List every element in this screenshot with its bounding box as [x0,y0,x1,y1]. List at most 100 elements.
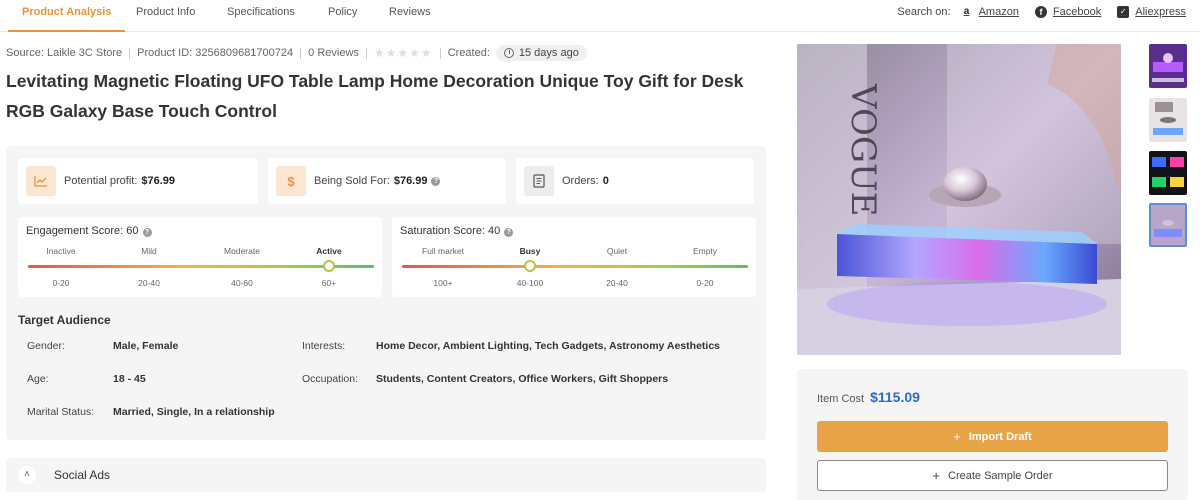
saturation-range-label: 20-40 [606,278,628,288]
amazon-label: Amazon [978,6,1019,18]
occupation-label: Occupation: [302,373,359,385]
engagement-range-label: 60+ [321,278,337,288]
sold-label: Being Sold For: [314,175,390,187]
saturation-level-label: Quiet [606,246,628,256]
tab-specifications[interactable]: Specifications [227,0,295,32]
occupation-value: Students, Content Creators, Office Worke… [376,373,669,385]
source-store[interactable]: Source: Laikle 3C Store [6,47,122,59]
search-on: Search on: a Amazon f Facebook ✓ Aliexpr… [897,0,1200,24]
help-icon[interactable]: ? [142,228,152,237]
tab-product-info[interactable]: Product Info [136,0,195,32]
product-title: Levitating Magnetic Floating UFO Table L… [6,71,744,121]
facebook-label: Facebook [1052,6,1102,18]
import-draft-label: Import Draft [968,430,1032,443]
analysis-panel: Potential profit: $76.99 $ Being Sold Fo… [6,146,766,440]
tab-reviews[interactable]: Reviews [389,0,431,32]
product-meta: Source: Laikle 3C Store Product ID: 3256… [6,44,587,62]
engagement-level-label: Active [316,246,342,256]
engagement-level-label: Inactive [46,246,76,256]
facebook-icon: f [1034,6,1047,18]
plus-icon: + [953,429,961,444]
import-draft-button[interactable]: + Import Draft [817,421,1168,452]
product-main-image[interactable]: VOGUE [797,44,1121,355]
interests-label: Interests: [302,340,346,352]
saturation-level-label: Empty [692,246,718,256]
saturation-levels: Full market Busy Quiet Empty [392,246,756,258]
saturation-range-label: 100+ [433,278,453,288]
target-audience-title: Target Audience [18,313,111,327]
age-value: 18 - 45 [113,373,146,385]
receipt-icon [524,166,554,196]
saturation-range-label: 40-100 [516,278,544,288]
engagement-range-label: 0-20 [52,278,70,288]
age-label: Age: [27,373,49,385]
saturation-title: Saturation Score: 40? [400,225,514,237]
orders-value: 0 [602,175,609,187]
mail-icon: ✓ [1117,6,1130,18]
engagement-score-card: Engagement Score: 60? Inactive Mild Mode… [18,217,382,297]
profit-label: Potential profit: [64,175,138,187]
search-on-label: Search on: [897,6,951,18]
engagement-level-label: Moderate [224,246,260,256]
facebook-link[interactable]: f Facebook [1034,6,1102,18]
tab-policy[interactable]: Policy [328,0,357,32]
clock-icon [503,48,514,58]
gender-label: Gender: [27,340,65,352]
aliexpress-link[interactable]: ✓ Aliexpress [1117,6,1186,18]
divider [129,47,131,59]
create-sample-order-label: Create Sample Order [948,469,1053,482]
saturation-level-label: Full market [421,246,465,256]
engagement-title: Engagement Score: 60? [26,225,152,237]
divider [365,47,367,59]
product-thumbnail-1[interactable] [1149,44,1187,88]
svg-text:VOGUE: VOGUE [843,83,883,216]
sold-for-card: $ Being Sold For: $76.99 ? [268,158,506,204]
saturation-level-label: Busy [519,246,541,256]
sold-value: $76.99 [393,175,428,187]
interests-value: Home Decor, Ambient Lighting, Tech Gadge… [376,340,721,352]
top-nav: Product Analysis Product Info Specificat… [0,0,1200,32]
create-sample-order-button[interactable]: + Create Sample Order [817,460,1168,491]
gender-value: Male, Female [113,340,179,352]
amazon-link[interactable]: a Amazon [961,6,1019,18]
created-label: Created: [447,47,490,59]
chevron-up-icon[interactable]: ˄ [18,466,36,484]
marital-label: Marital Status: [27,406,95,418]
chart-trend-icon [26,166,56,196]
created-badge: 15 days ago [495,45,587,61]
dollar-icon: $ [276,166,306,196]
social-ads-section[interactable]: ˄ Social Ads [6,458,766,492]
review-count: 0 Reviews [308,47,359,59]
created-value: 15 days ago [518,47,579,59]
saturation-score-marker [524,260,536,272]
marital-value: Married, Single, In a relationship [113,406,275,418]
help-icon[interactable]: ? [504,228,514,237]
help-icon[interactable]: ? [431,176,441,186]
product-thumbnail-4[interactable] [1149,203,1187,247]
saturation-score-bar [402,265,748,268]
saturation-ranges: 100+ 40-100 20-40 0-20 [392,278,756,290]
divider [300,47,302,59]
tab-product-analysis[interactable]: Product Analysis [8,0,126,32]
saturation-range-label: 0-20 [696,278,714,288]
item-cost-value: $115.09 [870,389,920,405]
item-cost: Item Cost $115.09 [817,389,920,405]
aliexpress-label: Aliexpress [1135,6,1186,18]
potential-profit-card: Potential profit: $76.99 [18,158,258,204]
engagement-ranges: 0-20 20-40 40-60 60+ [18,278,382,290]
item-cost-label: Item Cost [817,393,865,405]
orders-card: Orders: 0 [516,158,754,204]
product-thumbnail-2[interactable] [1149,98,1187,142]
divider [439,47,441,59]
profit-value: $76.99 [141,175,176,187]
product-thumbnail-3[interactable] [1149,151,1187,195]
saturation-score-card: Saturation Score: 40? Full market Busy Q… [392,217,756,297]
engagement-score-marker [323,260,335,272]
engagement-levels: Inactive Mild Moderate Active [18,246,382,258]
star-rating: ★★★★★ [373,46,433,60]
amazon-icon: a [963,6,970,17]
product-id: Product ID: 3256809681700724 [137,47,294,59]
social-ads-label: Social Ads [54,468,111,482]
engagement-range-label: 20-40 [138,278,160,288]
buy-box: Item Cost $115.09 + Import Draft + Creat… [797,369,1188,500]
